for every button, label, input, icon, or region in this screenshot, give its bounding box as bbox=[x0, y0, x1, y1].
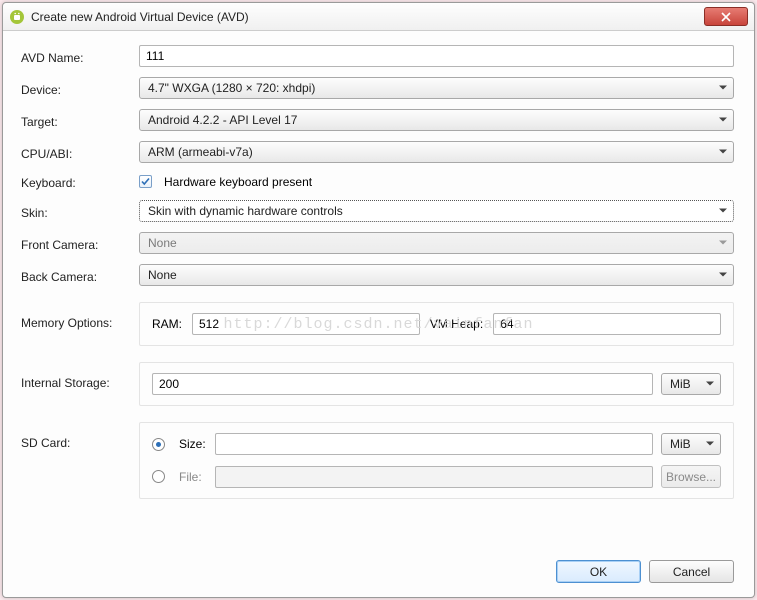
close-button[interactable] bbox=[704, 7, 748, 26]
chevron-down-icon bbox=[719, 209, 727, 214]
chevron-down-icon bbox=[706, 442, 714, 447]
cpu-abi-combo[interactable]: ARM (armeabi-v7a) bbox=[139, 141, 734, 163]
form-area: AVD Name: Device: 4.7" WXGA (1280 × 720:… bbox=[21, 45, 734, 499]
device-value: 4.7" WXGA (1280 × 720: xhdpi) bbox=[148, 81, 315, 95]
sd-size-unit-combo[interactable]: MiB bbox=[661, 433, 721, 455]
device-combo[interactable]: 4.7" WXGA (1280 × 720: xhdpi) bbox=[139, 77, 734, 99]
front-camera-combo: None bbox=[139, 232, 734, 254]
chevron-down-icon bbox=[719, 241, 727, 246]
dialog-button-row: OK Cancel bbox=[21, 546, 734, 583]
chevron-down-icon bbox=[719, 150, 727, 155]
cpu-abi-value: ARM (armeabi-v7a) bbox=[148, 145, 253, 159]
android-icon bbox=[9, 9, 25, 25]
back-camera-value: None bbox=[148, 268, 177, 282]
browse-button: Browse... bbox=[661, 465, 721, 488]
sd-file-label: File: bbox=[179, 470, 207, 484]
ram-label: RAM: bbox=[152, 317, 182, 331]
avd-name-label: AVD Name: bbox=[21, 48, 139, 65]
avd-name-input[interactable] bbox=[139, 45, 734, 67]
internal-storage-unit-combo[interactable]: MiB bbox=[661, 373, 721, 395]
sd-size-label: Size: bbox=[179, 437, 207, 451]
window-title: Create new Android Virtual Device (AVD) bbox=[31, 10, 704, 24]
titlebar[interactable]: Create new Android Virtual Device (AVD) bbox=[3, 3, 754, 31]
front-camera-label: Front Camera: bbox=[21, 235, 139, 252]
sd-card-group: Size: MiB File: Brows bbox=[139, 422, 734, 499]
internal-storage-input[interactable] bbox=[152, 373, 653, 395]
target-label: Target: bbox=[21, 112, 139, 129]
back-camera-label: Back Camera: bbox=[21, 267, 139, 284]
internal-storage-group: MiB bbox=[139, 362, 734, 406]
memory-group: RAM: VM Heap: bbox=[139, 302, 734, 346]
chevron-down-icon bbox=[719, 86, 727, 91]
ram-input[interactable] bbox=[192, 313, 420, 335]
chevron-down-icon bbox=[719, 118, 727, 123]
target-value: Android 4.2.2 - API Level 17 bbox=[148, 113, 297, 127]
cpu-abi-label: CPU/ABI: bbox=[21, 144, 139, 161]
skin-combo[interactable]: Skin with dynamic hardware controls bbox=[139, 200, 734, 222]
sd-file-input bbox=[215, 466, 653, 488]
cancel-button[interactable]: Cancel bbox=[649, 560, 734, 583]
ok-button[interactable]: OK bbox=[556, 560, 641, 583]
skin-label: Skin: bbox=[21, 203, 139, 220]
dialog-window: Create new Android Virtual Device (AVD) … bbox=[2, 2, 755, 598]
sd-file-radio[interactable] bbox=[152, 470, 165, 483]
keyboard-checkbox-label: Hardware keyboard present bbox=[164, 175, 312, 189]
target-combo[interactable]: Android 4.2.2 - API Level 17 bbox=[139, 109, 734, 131]
chevron-down-icon bbox=[706, 382, 714, 387]
sd-card-label: SD Card: bbox=[21, 422, 139, 450]
sd-size-radio[interactable] bbox=[152, 438, 165, 451]
keyboard-label: Keyboard: bbox=[21, 173, 139, 190]
dialog-content: http://blog.csdn.net/vainfanfan AVD Name… bbox=[3, 31, 754, 597]
skin-value: Skin with dynamic hardware controls bbox=[148, 204, 343, 218]
internal-storage-unit-value: MiB bbox=[670, 377, 691, 391]
memory-options-label: Memory Options: bbox=[21, 302, 139, 330]
front-camera-value: None bbox=[148, 236, 177, 250]
sd-size-unit-value: MiB bbox=[670, 437, 691, 451]
internal-storage-label: Internal Storage: bbox=[21, 362, 139, 390]
sd-size-input[interactable] bbox=[215, 433, 653, 455]
vm-heap-label: VM Heap: bbox=[430, 317, 483, 331]
vm-heap-input[interactable] bbox=[493, 313, 721, 335]
back-camera-combo[interactable]: None bbox=[139, 264, 734, 286]
device-label: Device: bbox=[21, 80, 139, 97]
keyboard-checkbox[interactable] bbox=[139, 175, 152, 188]
chevron-down-icon bbox=[719, 273, 727, 278]
